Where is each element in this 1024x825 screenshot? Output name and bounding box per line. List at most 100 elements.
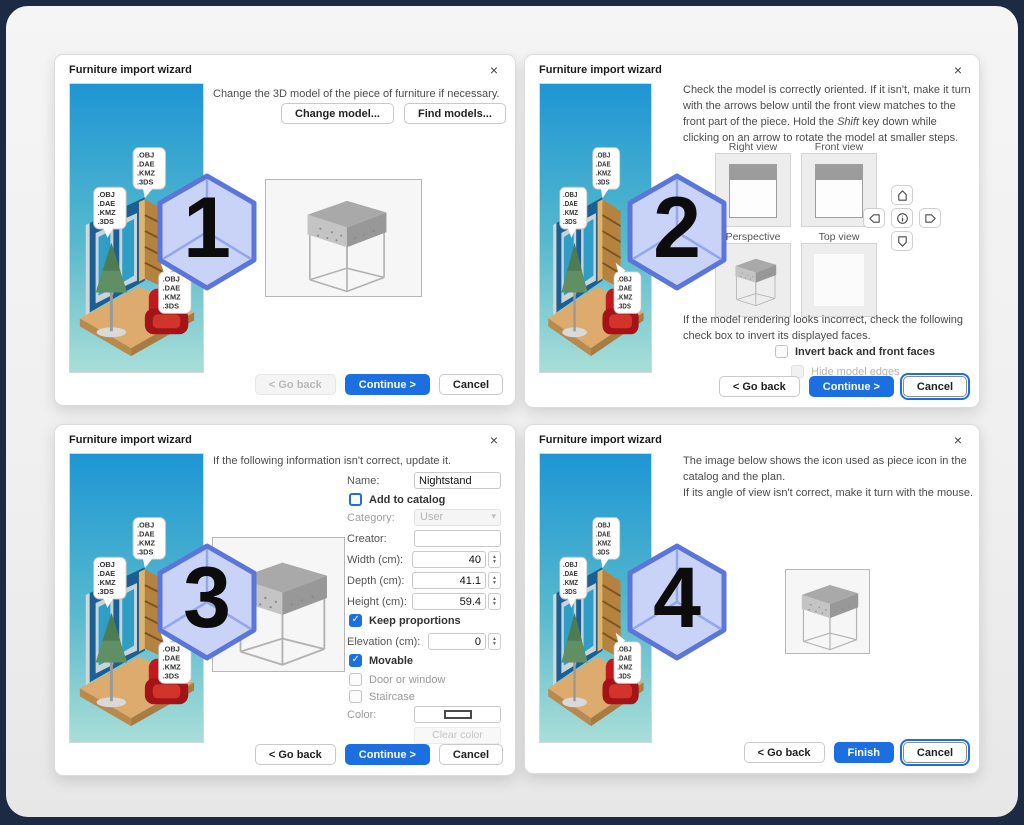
cancel-button[interactable]: Cancel xyxy=(439,744,503,765)
find-models-button[interactable]: Find models... xyxy=(404,103,506,124)
wizard-dialog-step1: Furniture import wizard × xyxy=(54,54,516,406)
staircase-checkbox[interactable] xyxy=(349,690,362,703)
cancel-button[interactable]: Cancel xyxy=(439,374,503,395)
depth-input[interactable] xyxy=(412,572,486,589)
width-label: Width (cm): xyxy=(347,554,403,566)
svg-text:.DAE: .DAE xyxy=(596,531,611,539)
clear-color-button[interactable]: Clear color xyxy=(414,727,501,744)
instruction-text: Change the 3D model of the piece of furn… xyxy=(213,87,513,103)
close-icon[interactable]: × xyxy=(947,59,969,81)
change-model-button[interactable]: Change model... xyxy=(281,103,394,124)
model-preview[interactable] xyxy=(265,179,422,297)
front-view-label: Front view xyxy=(801,141,877,153)
continue-button[interactable]: Continue > xyxy=(345,744,430,765)
cancel-button[interactable]: Cancel xyxy=(903,742,967,763)
rotate-right-button[interactable] xyxy=(919,208,941,228)
svg-text:.OBJ: .OBJ xyxy=(563,562,578,570)
depth-label: Depth (cm): xyxy=(347,575,404,587)
invert-faces-label: Invert back and front faces xyxy=(795,346,935,358)
finish-button[interactable]: Finish xyxy=(834,742,894,763)
category-select[interactable]: User▾ xyxy=(414,509,501,526)
close-icon[interactable]: × xyxy=(483,59,505,81)
svg-text:.OBJ: .OBJ xyxy=(596,152,611,160)
svg-text:.OBJ: .OBJ xyxy=(98,560,115,569)
svg-text:.3DS: .3DS xyxy=(98,587,114,596)
name-label: Name: xyxy=(347,475,379,487)
instruction-text: The image below shows the icon used as p… xyxy=(683,454,983,502)
info-rotate-icon xyxy=(896,212,909,225)
svg-text:.KMZ: .KMZ xyxy=(98,578,117,587)
icon-preview[interactable] xyxy=(785,569,870,654)
go-back-button[interactable]: < Go back xyxy=(255,374,336,395)
continue-button[interactable]: Continue > xyxy=(345,374,430,395)
go-back-button[interactable]: < Go back xyxy=(719,376,800,397)
nightstand-model-preview xyxy=(786,570,869,653)
door-or-window-checkbox[interactable] xyxy=(349,673,362,686)
chevron-down-icon: ▾ xyxy=(491,511,496,522)
rotate-left-button[interactable] xyxy=(863,208,885,228)
svg-text:.KMZ: .KMZ xyxy=(137,168,156,177)
rotate-up-button[interactable] xyxy=(891,185,913,205)
svg-text:.3DS: .3DS xyxy=(596,549,610,557)
invert-faces-checkbox[interactable] xyxy=(775,345,788,358)
shift-key-word: Shift xyxy=(837,116,859,128)
nightstand-model-preview xyxy=(266,180,421,296)
wizard-dialog-step2: Furniture import wizard × xyxy=(524,54,980,408)
elevation-stepper[interactable]: ▲▼ xyxy=(488,633,501,650)
add-to-catalog-checkbox[interactable] xyxy=(349,493,362,506)
instruction-text: If the following information isn't corre… xyxy=(213,454,513,470)
add-to-catalog-label: Add to catalog xyxy=(369,494,445,506)
color-label: Color: xyxy=(347,709,376,721)
close-icon[interactable]: × xyxy=(947,429,969,451)
category-label: Category: xyxy=(347,512,395,524)
height-input[interactable] xyxy=(412,593,486,610)
dialog-title: Furniture import wizard xyxy=(539,64,662,76)
svg-text:.3DS: .3DS xyxy=(617,673,631,681)
creator-input[interactable] xyxy=(414,530,501,547)
staircase-label: Staircase xyxy=(369,691,415,703)
go-back-button[interactable]: < Go back xyxy=(744,742,825,763)
height-label: Height (cm): xyxy=(347,596,407,608)
svg-text:.DAE: .DAE xyxy=(563,201,578,209)
rotate-down-button[interactable] xyxy=(891,231,913,251)
svg-text:.OBJ: .OBJ xyxy=(596,522,611,530)
orientation-views: Right view Front view Perspective xyxy=(715,141,877,317)
keep-proportions-checkbox[interactable] xyxy=(349,614,362,627)
svg-text:.KMZ: .KMZ xyxy=(596,170,611,178)
height-stepper[interactable]: ▲▼ xyxy=(488,593,501,610)
svg-text:.3DS: .3DS xyxy=(137,177,153,186)
svg-text:.KMZ: .KMZ xyxy=(163,662,182,671)
right-view-label: Right view xyxy=(715,141,791,153)
close-icon[interactable]: × xyxy=(483,429,505,451)
dialog-title: Furniture import wizard xyxy=(539,434,662,446)
nightstand-model-preview xyxy=(724,248,784,308)
continue-button[interactable]: Continue > xyxy=(809,376,894,397)
step-number: 3 xyxy=(155,549,259,648)
color-button[interactable] xyxy=(414,706,501,723)
elevation-input[interactable] xyxy=(428,633,486,650)
go-back-button[interactable]: < Go back xyxy=(255,744,336,765)
width-input[interactable] xyxy=(412,551,486,568)
color-swatch xyxy=(444,710,472,719)
svg-text:.3DS: .3DS xyxy=(163,301,179,310)
cancel-button[interactable]: Cancel xyxy=(903,376,967,397)
svg-text:.3DS: .3DS xyxy=(617,303,631,311)
width-stepper[interactable]: ▲▼ xyxy=(488,551,501,568)
svg-text:.KMZ: .KMZ xyxy=(163,292,182,301)
name-input[interactable] xyxy=(414,472,501,489)
rotate-reset-button[interactable] xyxy=(891,208,913,228)
svg-text:.DAE: .DAE xyxy=(563,571,578,579)
top-view[interactable] xyxy=(801,243,877,317)
instruction-text: Check the model is correctly oriented. I… xyxy=(683,83,975,147)
movable-checkbox[interactable] xyxy=(349,654,362,667)
svg-text:.3DS: .3DS xyxy=(563,589,577,597)
svg-text:.KMZ: .KMZ xyxy=(617,664,632,672)
svg-text:.OBJ: .OBJ xyxy=(137,150,154,159)
svg-text:.DAE: .DAE xyxy=(137,529,155,538)
step-number: 4 xyxy=(625,549,729,648)
door-or-window-label: Door or window xyxy=(369,674,445,686)
svg-text:.KMZ: .KMZ xyxy=(617,294,632,302)
svg-text:.DAE: .DAE xyxy=(137,159,155,168)
depth-stepper[interactable]: ▲▼ xyxy=(488,572,501,589)
svg-text:.DAE: .DAE xyxy=(596,161,611,169)
